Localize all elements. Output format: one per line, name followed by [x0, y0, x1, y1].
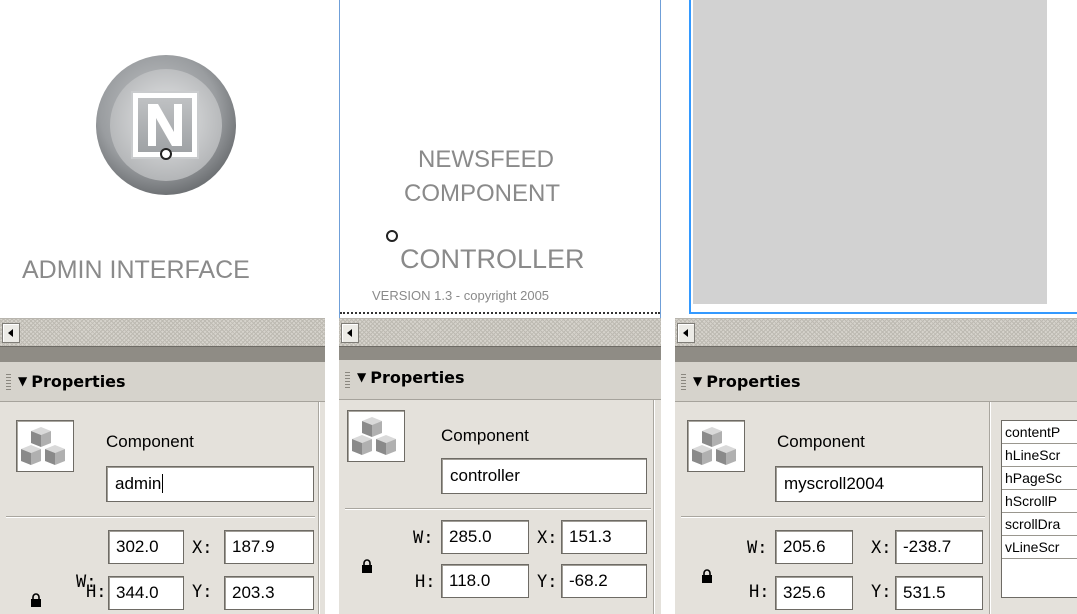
width-input[interactable]: 285.0	[441, 520, 529, 554]
y-input[interactable]: 203.3	[224, 576, 314, 610]
width-input[interactable]: 205.6	[775, 530, 853, 564]
drag-grip-icon[interactable]	[681, 374, 686, 390]
stage-title: ADMIN INTERFACE	[22, 256, 250, 284]
stage-canvas[interactable]	[675, 0, 1077, 318]
properties-label: Properties	[706, 372, 801, 391]
lock-icon[interactable]	[30, 592, 42, 607]
component-cubes-icon	[16, 420, 74, 472]
stage-line-newsfeed: NEWSFEED	[418, 146, 555, 173]
panel-admin: ADMIN INTERFACE ▼ Properties Component a…	[0, 0, 325, 614]
panel-controller: NEWSFEED COMPONENT CONTROLLER VERSION 1.…	[339, 0, 661, 614]
y-label: Y:	[537, 572, 558, 592]
panel-gap	[661, 0, 675, 614]
divider	[6, 516, 315, 518]
width-input[interactable]: 302.0	[108, 530, 184, 564]
x-input[interactable]: 151.3	[561, 520, 647, 554]
divider	[681, 516, 985, 518]
height-label: H:	[415, 572, 436, 592]
instance-name-input[interactable]: admin​	[106, 466, 314, 502]
x-label: X:	[537, 528, 558, 548]
panel-splitter[interactable]	[339, 346, 661, 360]
height-input[interactable]: 118.0	[441, 564, 529, 598]
panel-splitter[interactable]	[0, 346, 325, 362]
width-label: W:	[747, 538, 768, 558]
parameter-item[interactable]: scrollDra	[1002, 513, 1077, 536]
x-input[interactable]: -238.7	[895, 530, 983, 564]
horizontal-scrollbar[interactable]	[675, 318, 1077, 346]
panel-gap	[325, 0, 339, 614]
stage-line-component: COMPONENT	[404, 180, 560, 207]
properties-header[interactable]: ▼ Properties	[0, 362, 325, 402]
component-cubes-icon	[687, 420, 745, 472]
scroll-left-arrow-icon[interactable]	[2, 323, 20, 343]
scroll-left-arrow-icon[interactable]	[677, 323, 695, 343]
parameter-item[interactable]: contentP	[1002, 421, 1077, 444]
cursor-marker	[386, 230, 398, 242]
divider	[653, 400, 655, 614]
instance-name-value: admin	[115, 474, 162, 493]
properties-title: ▼ Properties	[18, 372, 126, 391]
height-input[interactable]: 344.0	[108, 576, 184, 610]
divider	[989, 402, 991, 614]
collapse-triangle-icon[interactable]: ▼	[18, 374, 27, 388]
collapse-triangle-icon[interactable]: ▼	[693, 374, 702, 388]
properties-body: Component myscroll2004 W: 205.6 X: -238.…	[675, 402, 1077, 614]
properties-label: Properties	[370, 368, 465, 387]
drag-grip-icon[interactable]	[345, 372, 350, 388]
parameter-item[interactable]: hPageSc	[1002, 467, 1077, 490]
properties-title: ▼ Properties	[357, 368, 465, 387]
properties-header[interactable]: ▼ Properties	[675, 362, 1077, 402]
panel-myscroll: ▼ Properties Component myscroll2004 W: 20…	[675, 0, 1077, 614]
drag-grip-icon[interactable]	[6, 374, 11, 390]
stage-line-controller: CONTROLLER	[400, 244, 585, 274]
component-type-label: Component	[441, 426, 529, 445]
properties-title: ▼ Properties	[693, 372, 801, 391]
component-type-label: Component	[777, 432, 865, 451]
horizontal-scrollbar[interactable]	[0, 318, 325, 346]
y-label: Y:	[192, 582, 213, 602]
parameter-item[interactable]: vLineScr	[1002, 536, 1077, 559]
properties-body: Component controller W: 285.0 X: 151.3 H…	[339, 400, 661, 614]
y-label: Y:	[871, 582, 892, 602]
scroll-pane-content	[693, 0, 1047, 304]
component-parameters-list[interactable]: contentP hLineScr hPageSc hScrollP scrol…	[1001, 420, 1077, 598]
y-input[interactable]: -68.2	[561, 564, 647, 598]
scroll-pane-component[interactable]	[689, 0, 1077, 314]
height-input[interactable]: 325.6	[775, 576, 853, 610]
divider	[345, 508, 651, 510]
y-input[interactable]: 531.5	[895, 576, 983, 610]
instance-name-input[interactable]: controller	[441, 458, 647, 494]
version-text: VERSION 1.3 - copyright 2005	[372, 288, 550, 303]
horizontal-scrollbar[interactable]	[339, 318, 661, 346]
collapse-triangle-icon[interactable]: ▼	[357, 370, 366, 384]
properties-body: Component admin​ W: 302.0 X: 187.9 H: 34…	[0, 402, 325, 614]
scroll-left-arrow-icon[interactable]	[341, 323, 359, 343]
divider	[318, 402, 320, 614]
component-type-label: Component	[106, 432, 194, 451]
selection-dotted-line	[340, 312, 660, 314]
parameter-item[interactable]: hScrollP	[1002, 490, 1077, 513]
properties-label: Properties	[31, 372, 126, 391]
properties-header[interactable]: ▼ Properties	[339, 360, 661, 400]
x-label: X:	[192, 538, 213, 558]
instance-name-input[interactable]: myscroll2004	[775, 466, 983, 502]
height-label: H:	[749, 582, 770, 602]
lock-icon[interactable]	[701, 568, 713, 583]
lock-icon[interactable]	[361, 558, 373, 573]
stage-canvas[interactable]: NEWSFEED COMPONENT CONTROLLER VERSION 1.…	[339, 0, 661, 318]
panel-splitter[interactable]	[675, 346, 1077, 362]
parameter-item[interactable]: hLineScr	[1002, 444, 1077, 467]
logo-n-icon[interactable]	[76, 40, 256, 210]
text-caret: ​	[162, 474, 164, 493]
component-cubes-icon	[347, 410, 405, 462]
width-label: W:	[413, 528, 434, 548]
x-label: X:	[871, 538, 892, 558]
x-input[interactable]: 187.9	[224, 530, 314, 564]
cursor-marker	[160, 148, 172, 160]
stage-canvas[interactable]: ADMIN INTERFACE	[0, 0, 325, 318]
height-label: H:	[86, 582, 107, 602]
